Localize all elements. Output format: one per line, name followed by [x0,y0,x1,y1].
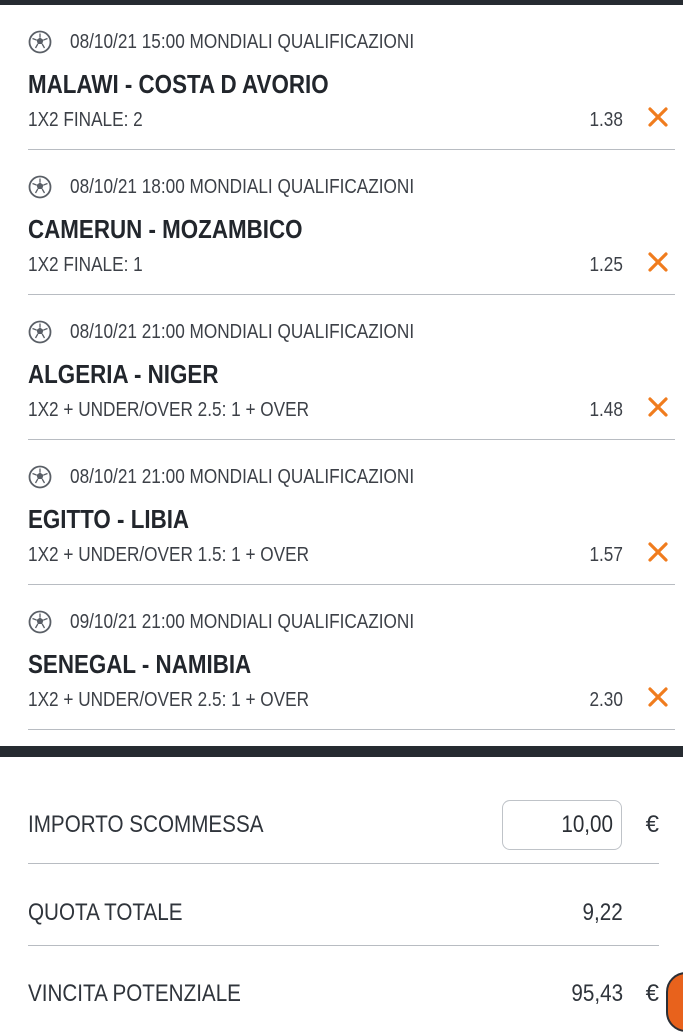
odd-value: 1.48 [589,399,623,421]
stake-currency: € [645,811,659,838]
event-meta: 09/10/21 21:00 MONDIALI QUALIFICAZIONI [28,609,470,635]
event-datetime-competition: 08/10/21 21:00 MONDIALI QUALIFICAZIONI [70,320,415,343]
bet-item: 08/10/21 18:00 MONDIALI QUALIFICAZIONI C… [0,150,683,295]
total-odds-label: QUOTA TOTALE [28,899,183,926]
soccer-ball-icon [28,610,52,634]
bet-item: 08/10/21 21:00 MONDIALI QUALIFICAZIONI A… [0,295,683,440]
close-icon[interactable] [647,396,669,418]
soccer-ball-icon [28,320,52,344]
stake-label: IMPORTO SCOMMESSA [28,811,264,838]
odd-value: 1.38 [589,109,623,131]
stake-row: IMPORTO SCOMMESSA € [0,757,683,864]
odd-value: 1.57 [589,544,623,566]
divider [28,729,675,730]
match-name: SENEGAL - NAMIBIA [28,649,252,679]
match-name: EGITTO - LIBIA [28,504,190,534]
total-odds-value: 9,22 [582,899,623,926]
potential-win-value: 95,43 [571,980,623,1007]
potential-win-label: VINCITA POTENZIALE [28,980,241,1007]
odd-value: 1.25 [589,254,623,276]
match-name: ALGERIA - NIGER [28,359,219,389]
market-selection: 1X2 + UNDER/OVER 2.5: 1 + OVER [28,689,310,711]
floating-widget[interactable] [666,972,683,1032]
market-selection: 1X2 + UNDER/OVER 2.5: 1 + OVER [28,399,310,421]
close-icon[interactable] [647,686,669,708]
bet-list: 08/10/21 15:00 MONDIALI QUALIFICAZIONI M… [0,5,683,730]
event-meta: 08/10/21 21:00 MONDIALI QUALIFICAZIONI [28,464,470,490]
soccer-ball-icon [28,30,52,54]
event-datetime-competition: 08/10/21 21:00 MONDIALI QUALIFICAZIONI [70,465,415,488]
total-odds-row: QUOTA TOTALE 9,22 [0,864,683,946]
section-separator-bar [0,746,683,757]
event-datetime-competition: 09/10/21 21:00 MONDIALI QUALIFICAZIONI [70,610,415,633]
bet-item: 08/10/21 15:00 MONDIALI QUALIFICAZIONI M… [0,5,683,150]
match-name: CAMERUN - MOZAMBICO [28,214,303,244]
close-icon[interactable] [647,541,669,563]
market-selection: 1X2 FINALE: 2 [28,109,143,131]
stake-input-box[interactable] [502,800,622,850]
close-icon[interactable] [647,251,669,273]
soccer-ball-icon [28,465,52,489]
bet-item: 08/10/21 21:00 MONDIALI QUALIFICAZIONI E… [0,440,683,585]
bet-item: 09/10/21 21:00 MONDIALI QUALIFICAZIONI S… [0,585,683,730]
event-meta: 08/10/21 21:00 MONDIALI QUALIFICAZIONI [28,319,470,345]
soccer-ball-icon [28,175,52,199]
close-icon[interactable] [647,106,669,128]
event-meta: 08/10/21 18:00 MONDIALI QUALIFICAZIONI [28,174,470,200]
bet-summary: IMPORTO SCOMMESSA € QUOTA TOTALE 9,22 VI… [0,757,683,1026]
odd-value: 2.30 [589,689,623,711]
event-meta: 08/10/21 15:00 MONDIALI QUALIFICAZIONI [28,29,470,55]
potential-win-row: VINCITA POTENZIALE 95,43 € [0,946,683,1026]
event-datetime-competition: 08/10/21 18:00 MONDIALI QUALIFICAZIONI [70,175,415,198]
match-name: MALAWI - COSTA D AVORIO [28,69,329,99]
stake-input[interactable] [518,801,613,849]
potential-win-currency: € [645,980,659,1007]
market-selection: 1X2 FINALE: 1 [28,254,143,276]
event-datetime-competition: 08/10/21 15:00 MONDIALI QUALIFICAZIONI [70,30,415,53]
market-selection: 1X2 + UNDER/OVER 1.5: 1 + OVER [28,544,310,566]
